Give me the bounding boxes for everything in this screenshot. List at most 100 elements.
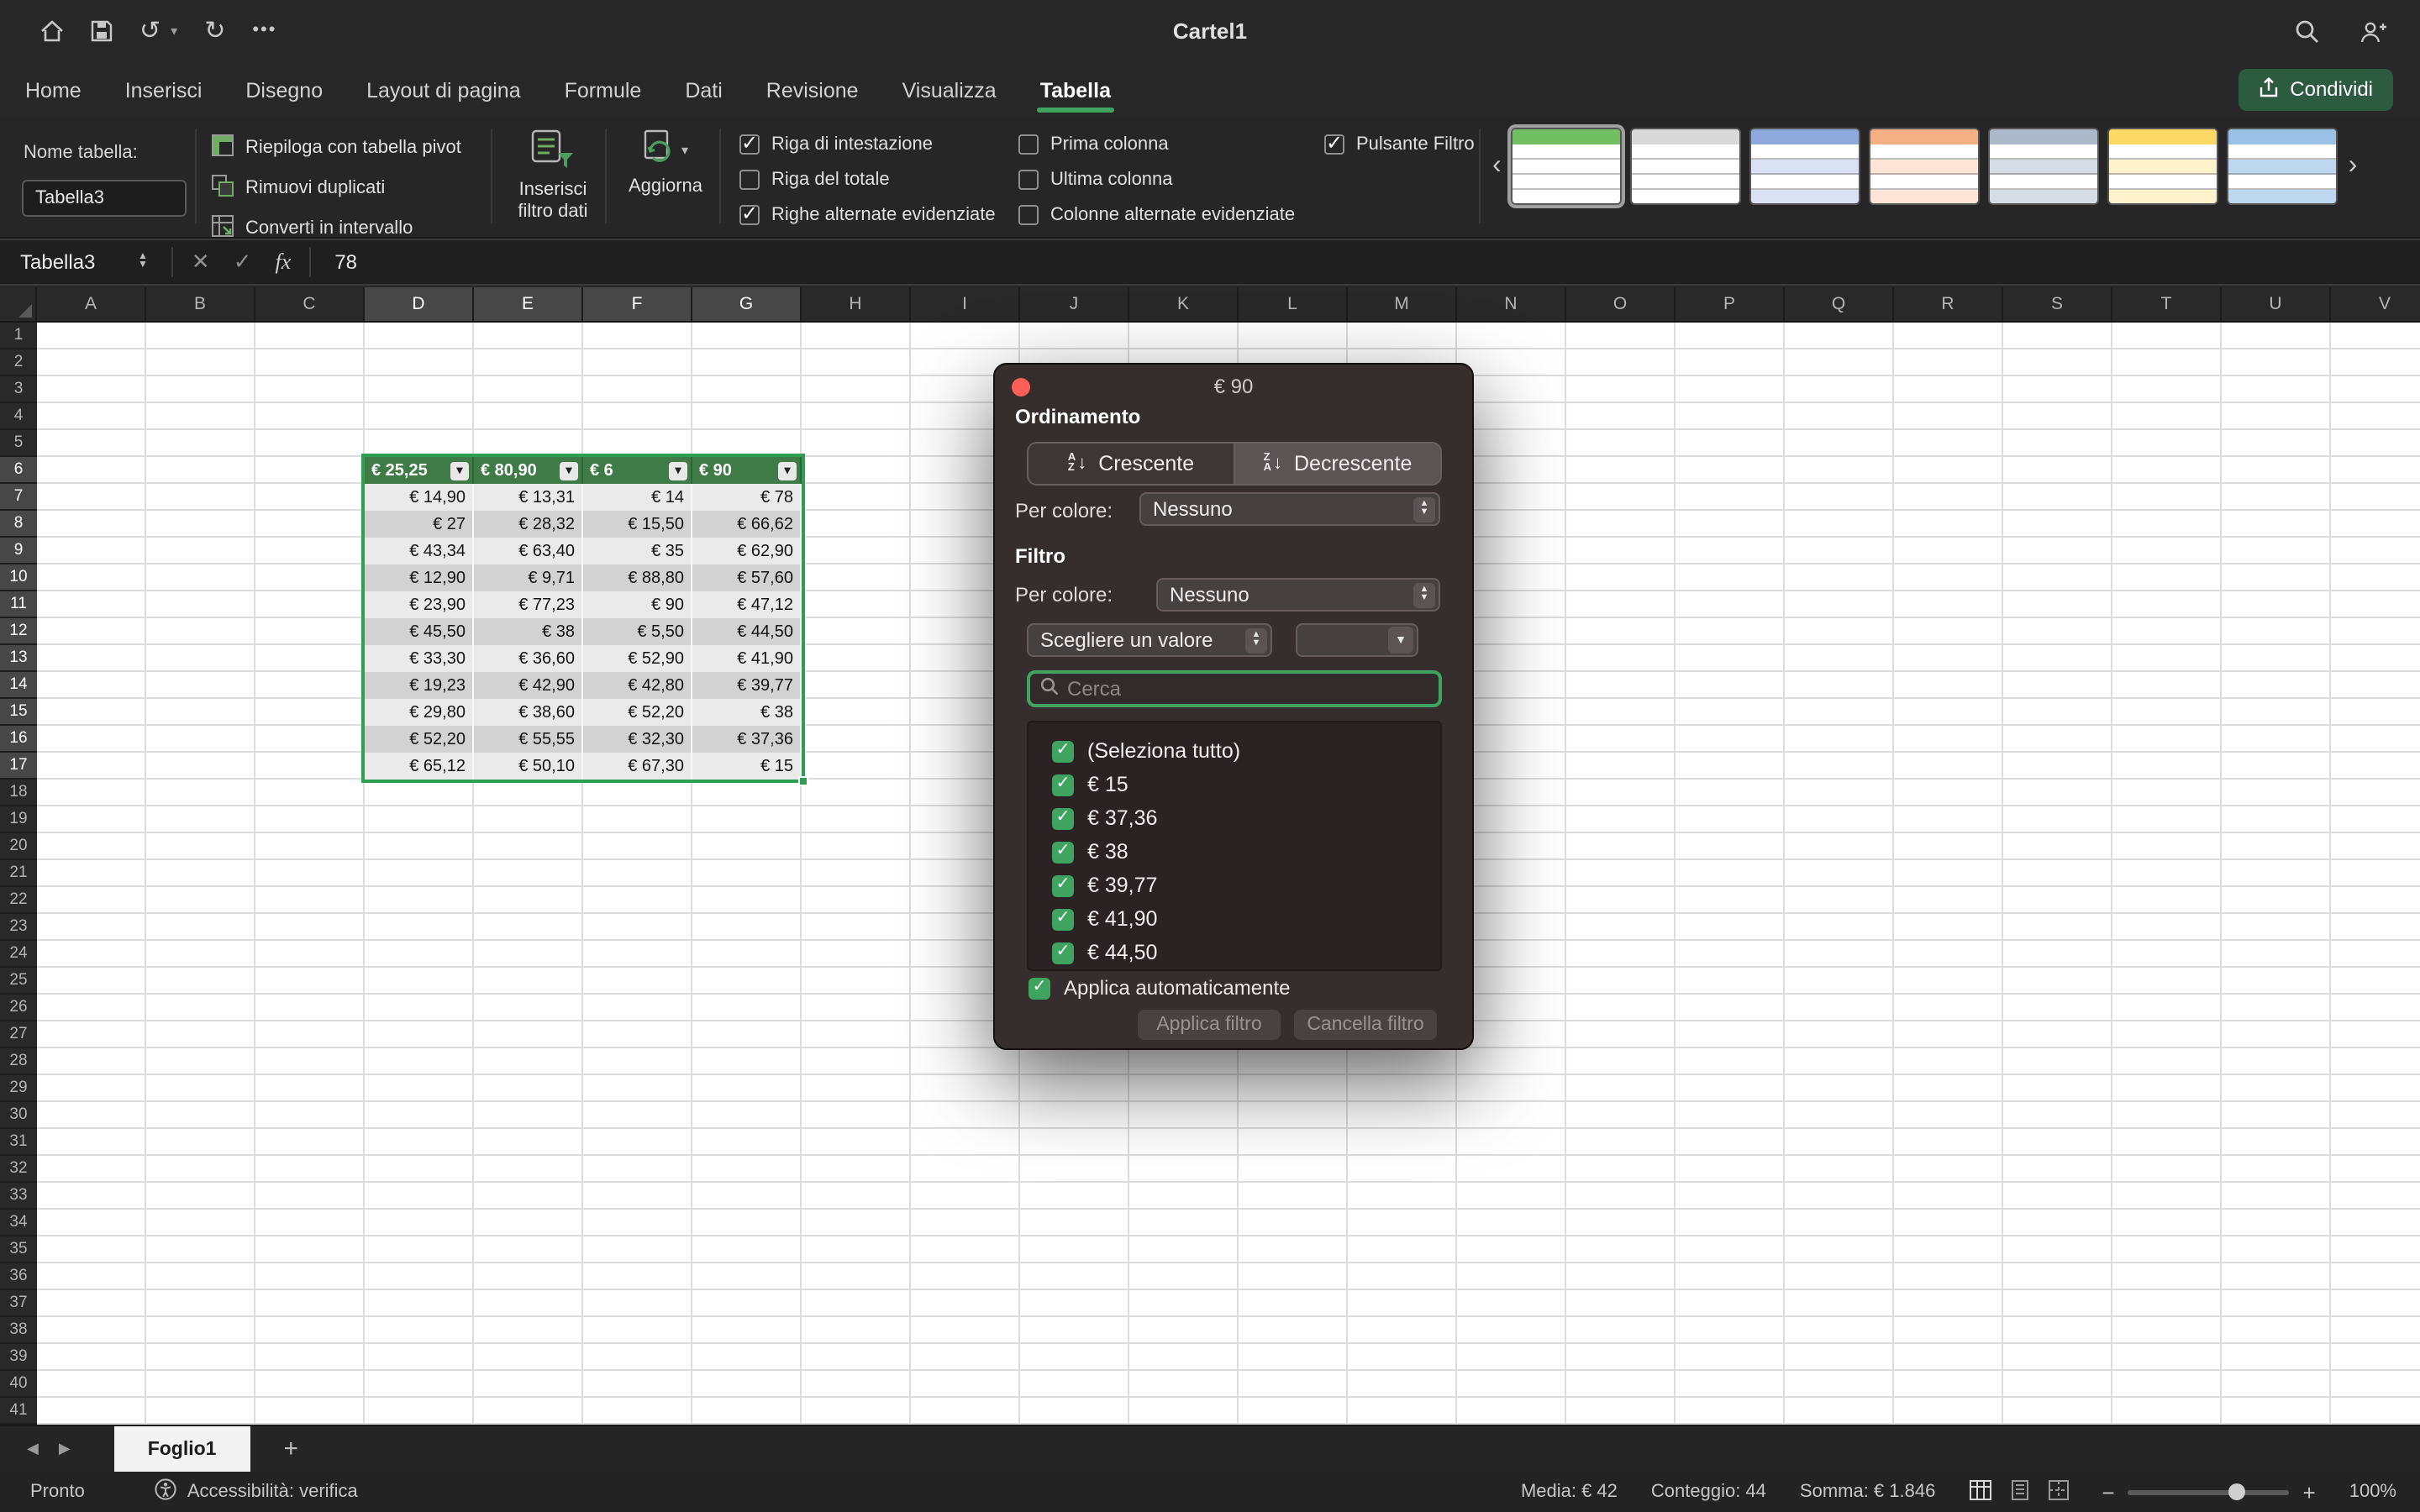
tab-dati[interactable]: Dati [685, 65, 722, 113]
cell-F14[interactable]: € 42,80 [583, 672, 692, 699]
cell-E8[interactable]: € 28,32 [474, 511, 583, 538]
choose-value-dropdown[interactable]: Scegliere un valore ▲▼ [1027, 623, 1272, 657]
cell-D17[interactable]: € 65,12 [365, 753, 474, 780]
row-header-25[interactable]: 25 [0, 968, 37, 995]
column-header-C[interactable]: C [255, 287, 365, 321]
tab-formule[interactable]: Formule [565, 65, 642, 113]
sort-descending-button[interactable]: ZA ↓ Decrescente [1234, 444, 1440, 484]
gallery-next-button[interactable]: › [2349, 153, 2358, 180]
filter-dropdown-button[interactable]: ▾ [778, 461, 797, 480]
row-header-27[interactable]: 27 [0, 1021, 37, 1048]
table-header-cell-F6[interactable]: € 6▾ [583, 457, 692, 484]
cell-E12[interactable]: € 38 [474, 618, 583, 645]
cell-F12[interactable]: € 5,50 [583, 618, 692, 645]
add-sheet-icon[interactable]: + [283, 1435, 298, 1463]
zoom-level[interactable]: 100% [2349, 1482, 2396, 1502]
tab-layout-di-pagina[interactable]: Layout di pagina [366, 65, 521, 113]
column-header-I[interactable]: I [911, 287, 1020, 321]
table-name-input[interactable] [22, 180, 187, 217]
row-header-19[interactable]: 19 [0, 806, 37, 833]
next-sheet-icon[interactable]: ▶ [59, 1440, 71, 1458]
filter-dropdown-button[interactable]: ▾ [560, 461, 578, 480]
cell-F9[interactable]: € 35 [583, 538, 692, 564]
row-header-11[interactable]: 11 [0, 591, 37, 618]
name-box[interactable]: Tabella3 [20, 250, 138, 274]
sort-by-color-dropdown[interactable]: Nessuno ▲▼ [1139, 492, 1440, 526]
column-header-G[interactable]: G [692, 287, 802, 321]
column-header-E[interactable]: E [474, 287, 583, 321]
tab-tabella[interactable]: Tabella [1040, 65, 1111, 113]
auto-apply-option[interactable]: ✓ Applica automaticamente [1028, 976, 1291, 1000]
table-style-blue[interactable] [1750, 128, 1861, 205]
row-header-31[interactable]: 31 [0, 1129, 37, 1156]
filter-item-44-50[interactable]: ✓€ 44,50 [1028, 936, 1440, 969]
cell-G11[interactable]: € 47,12 [692, 591, 802, 618]
insert-function-icon[interactable]: fx [276, 249, 292, 276]
row-header-28[interactable]: 28 [0, 1048, 37, 1075]
row-header-30[interactable]: 30 [0, 1102, 37, 1129]
column-header-O[interactable]: O [1566, 287, 1676, 321]
column-header-Q[interactable]: Q [1785, 287, 1894, 321]
column-header-P[interactable]: P [1676, 287, 1785, 321]
zoom-slider-knob[interactable] [2229, 1483, 2246, 1499]
row-header-40[interactable]: 40 [0, 1371, 37, 1398]
row-header-26[interactable]: 26 [0, 995, 37, 1021]
zoom-out-icon[interactable]: − [2102, 1479, 2114, 1504]
search-icon[interactable] [2294, 18, 2319, 44]
column-header-N[interactable]: N [1457, 287, 1566, 321]
row-header-18[interactable]: 18 [0, 780, 37, 806]
row-header-33[interactable]: 33 [0, 1183, 37, 1210]
name-box-stepper-icon[interactable]: ▲▼ [138, 254, 148, 270]
previous-sheet-icon[interactable]: ◀ [27, 1440, 39, 1458]
add-people-icon[interactable] [2360, 18, 2386, 44]
normal-view-icon[interactable] [1969, 1479, 1991, 1504]
row-header-12[interactable]: 12 [0, 618, 37, 645]
cell-D9[interactable]: € 43,34 [365, 538, 474, 564]
filter-dropdown-button[interactable]: ▾ [450, 461, 469, 480]
cell-E9[interactable]: € 63,40 [474, 538, 583, 564]
tab-revisione[interactable]: Revisione [766, 65, 859, 113]
refresh-button[interactable]: ▾ Aggiorna [618, 129, 713, 198]
cell-G8[interactable]: € 66,62 [692, 511, 802, 538]
cell-D11[interactable]: € 23,90 [365, 591, 474, 618]
table-header-cell-D6[interactable]: € 25,25▾ [365, 457, 474, 484]
cell-G13[interactable]: € 41,90 [692, 645, 802, 672]
cell-F8[interactable]: € 15,50 [583, 511, 692, 538]
table-style-green[interactable] [1512, 128, 1623, 205]
cell-D13[interactable]: € 33,30 [365, 645, 474, 672]
cell-E17[interactable]: € 50,10 [474, 753, 583, 780]
row-header-20[interactable]: 20 [0, 833, 37, 860]
row-header-32[interactable]: 32 [0, 1156, 37, 1183]
clear-filter-button[interactable]: Cancella filtro [1294, 1010, 1437, 1040]
redo-icon[interactable]: ↻ [204, 18, 225, 44]
row-header-29[interactable]: 29 [0, 1075, 37, 1102]
cell-G7[interactable]: € 78 [692, 484, 802, 511]
select-all-corner[interactable] [0, 287, 37, 321]
option-ultima-colonna[interactable]: Ultima colonna [1018, 170, 1295, 190]
tab-disegno[interactable]: Disegno [245, 65, 323, 113]
column-header-M[interactable]: M [1348, 287, 1457, 321]
row-header-10[interactable]: 10 [0, 564, 37, 591]
filter-criteria-combobox[interactable]: ▼ [1296, 623, 1418, 657]
cell-E7[interactable]: € 13,31 [474, 484, 583, 511]
sort-ascending-button[interactable]: AZ ↓ Crescente [1028, 444, 1234, 484]
column-header-S[interactable]: S [2003, 287, 2112, 321]
table-style-yellow[interactable] [2108, 128, 2219, 205]
page-layout-view-icon[interactable] [2009, 1479, 2029, 1504]
cell-F7[interactable]: € 14 [583, 484, 692, 511]
cell-G17[interactable]: € 15 [692, 753, 802, 780]
cell-G15[interactable]: € 38 [692, 699, 802, 726]
cancel-entry-icon[interactable]: ✕ [192, 249, 210, 276]
cell-F15[interactable]: € 52,20 [583, 699, 692, 726]
cell-D12[interactable]: € 45,50 [365, 618, 474, 645]
remove-duplicates-button[interactable]: Rimuovi duplicati [212, 175, 461, 202]
tab-inserisci[interactable]: Inserisci [125, 65, 203, 113]
filter-dropdown-button[interactable]: ▾ [669, 461, 687, 480]
row-header-41[interactable]: 41 [0, 1398, 37, 1425]
option-prima-colonna[interactable]: Prima colonna [1018, 134, 1295, 155]
save-icon[interactable] [91, 20, 113, 42]
cell-G10[interactable]: € 57,60 [692, 564, 802, 591]
table-header-cell-E6[interactable]: € 80,90▾ [474, 457, 583, 484]
cell-E15[interactable]: € 38,60 [474, 699, 583, 726]
column-header-T[interactable]: T [2112, 287, 2222, 321]
